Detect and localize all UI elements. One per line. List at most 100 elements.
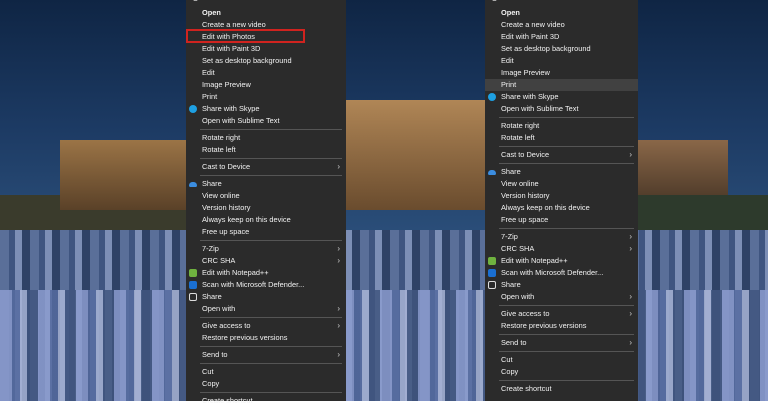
menu-item-set-as-desktop-background[interactable]: Set as desktop background bbox=[485, 43, 638, 55]
share-icon bbox=[189, 293, 197, 301]
menu-item-print[interactable]: Print bbox=[485, 79, 638, 91]
menu-item-label: Free up space bbox=[202, 227, 250, 236]
menu-item-label: Give access to bbox=[501, 309, 550, 318]
menu-separator bbox=[200, 346, 342, 347]
menu-item-label: Cut bbox=[501, 355, 513, 364]
menu-item-label: Cast to Device bbox=[202, 162, 251, 171]
menu-item-image-preview[interactable]: Image Preview bbox=[186, 79, 346, 91]
menu-item-label: Create a new video bbox=[202, 20, 266, 29]
menu-item-label: Open with bbox=[202, 304, 236, 313]
menu-item-label: Edit with Notepad++ bbox=[202, 268, 269, 277]
menu-item-cast-to-device[interactable]: Cast to Device › bbox=[485, 149, 638, 161]
menu-item-crc-sha[interactable]: CRC SHA › bbox=[485, 243, 638, 255]
menu-item-edit-with-notepad[interactable]: Edit with Notepad++ bbox=[485, 255, 638, 267]
menu-item-label: Open with Sublime Text bbox=[202, 116, 280, 125]
menu-item-label: Send to bbox=[501, 338, 527, 347]
menu-item-label: Share bbox=[501, 280, 521, 289]
menu-item-open-with[interactable]: Open with › bbox=[186, 303, 346, 315]
menu-item-label: Version history bbox=[501, 191, 550, 200]
menu-separator bbox=[499, 305, 634, 306]
menu-item-create-a-new-video[interactable]: Create a new video bbox=[485, 19, 638, 31]
menu-item-version-history[interactable]: Version history bbox=[485, 190, 638, 202]
chevron-right-icon: › bbox=[629, 232, 632, 241]
menu-item-free-up-space[interactable]: Free up space bbox=[485, 214, 638, 226]
menu-item-label: Rotate right bbox=[202, 133, 241, 142]
menu-item-set-as-desktop-background[interactable]: Set as desktop background bbox=[186, 55, 346, 67]
menu-item-7-zip[interactable]: 7-Zip › bbox=[186, 243, 346, 255]
menu-item-open-with[interactable]: Open with › bbox=[485, 291, 638, 303]
menu-item-label: Always keep on this device bbox=[202, 215, 291, 224]
menu-item-share[interactable]: Share bbox=[186, 178, 346, 190]
desktop-wallpaper bbox=[0, 0, 768, 417]
menu-item-label: View online bbox=[501, 179, 539, 188]
menu-item-scan-with-microsoft-defender[interactable]: Scan with Microsoft Defender... bbox=[485, 267, 638, 279]
menu-item-rotate-left[interactable]: Rotate left bbox=[485, 132, 638, 144]
menu-item-create-shortcut[interactable]: Create shortcut bbox=[485, 383, 638, 395]
menu-item-edit[interactable]: Edit bbox=[186, 67, 346, 79]
menu-item-label: Create shortcut bbox=[501, 384, 552, 393]
menu-separator bbox=[200, 363, 342, 364]
menu-item-always-keep-on-this-device[interactable]: Always keep on this device bbox=[186, 214, 346, 226]
chevron-right-icon: › bbox=[337, 162, 340, 171]
menu-separator bbox=[499, 163, 634, 164]
menu-item-edit-with-paint-3d[interactable]: Edit with Paint 3D bbox=[186, 43, 346, 55]
menu-item-label: Edit with Paint 3D bbox=[501, 32, 560, 41]
menu-item-send-to[interactable]: Send to › bbox=[186, 349, 346, 361]
menu-item-share-with-skype[interactable]: Share with Skype bbox=[485, 91, 638, 103]
menu-item-restore-previous-versions[interactable]: Restore previous versions bbox=[485, 320, 638, 332]
menu-item-version-history[interactable]: Version history bbox=[186, 202, 346, 214]
menu-item-rotate-left[interactable]: Rotate left bbox=[186, 144, 346, 156]
menu-item-label: Create shortcut bbox=[202, 396, 253, 405]
menu-item-image-preview[interactable]: Image Preview bbox=[485, 67, 638, 79]
menu-item-share-with-skype[interactable]: Share with Skype bbox=[186, 103, 346, 115]
menu-item-open[interactable]: Open bbox=[186, 7, 346, 19]
menu-item-7-zip[interactable]: 7-Zip › bbox=[485, 231, 638, 243]
menu-item-cast-to-device[interactable]: Cast to Device › bbox=[186, 161, 346, 173]
menu-item-label: Edit with Notepad++ bbox=[501, 256, 568, 265]
menu-item-open-with-sublime-text[interactable]: Open with Sublime Text bbox=[485, 103, 638, 115]
menu-item-view-online[interactable]: View online bbox=[186, 190, 346, 202]
share-icon bbox=[488, 281, 496, 289]
menu-item-restore-previous-versions[interactable]: Restore previous versions bbox=[186, 332, 346, 344]
menu-item-cut[interactable]: Cut bbox=[186, 366, 346, 378]
menu-separator bbox=[499, 351, 634, 352]
menu-item-edit-with-paint-3d[interactable]: Edit with Paint 3D bbox=[485, 31, 638, 43]
menu-item-label: Set as desktop background bbox=[202, 56, 292, 65]
menu-item-label: Edit bbox=[202, 68, 215, 77]
menu-item-send-to[interactable]: Send to › bbox=[485, 337, 638, 349]
menu-item-free-up-space[interactable]: Free up space bbox=[186, 226, 346, 238]
menu-item-share[interactable]: Share bbox=[485, 279, 638, 291]
chevron-right-icon: › bbox=[337, 244, 340, 253]
skype-icon bbox=[189, 105, 197, 113]
menu-item-give-access-to[interactable]: Give access to › bbox=[485, 308, 638, 320]
menu-item-label: Open with bbox=[501, 292, 535, 301]
menu-item-create-shortcut[interactable]: Create shortcut bbox=[186, 395, 346, 407]
menu-item-open-with-sublime-text[interactable]: Open with Sublime Text bbox=[186, 115, 346, 127]
menu-item-rotate-right[interactable]: Rotate right bbox=[485, 120, 638, 132]
chevron-right-icon: › bbox=[629, 338, 632, 347]
menu-item-share[interactable]: Share bbox=[186, 291, 346, 303]
menu-item-scan-with-microsoft-defender[interactable]: Scan with Microsoft Defender... bbox=[186, 279, 346, 291]
context-menu-left: ▲ OpenCreate a new videoEdit with Photos… bbox=[186, 0, 346, 405]
menu-item-label: Scan with Microsoft Defender... bbox=[501, 268, 604, 277]
menu-item-label: Restore previous versions bbox=[202, 333, 288, 342]
menu-item-open[interactable]: Open bbox=[485, 7, 638, 19]
menu-separator bbox=[499, 334, 634, 335]
menu-item-cut[interactable]: Cut bbox=[485, 354, 638, 366]
menu-separator bbox=[499, 117, 634, 118]
menu-item-print[interactable]: Print bbox=[186, 91, 346, 103]
menu-item-give-access-to[interactable]: Give access to › bbox=[186, 320, 346, 332]
menu-item-always-keep-on-this-device[interactable]: Always keep on this device bbox=[485, 202, 638, 214]
menu-separator bbox=[499, 380, 634, 381]
menu-item-label: Scan with Microsoft Defender... bbox=[202, 280, 305, 289]
menu-item-view-online[interactable]: View online bbox=[485, 178, 638, 190]
menu-item-label: Free up space bbox=[501, 215, 549, 224]
menu-item-crc-sha[interactable]: CRC SHA › bbox=[186, 255, 346, 267]
menu-item-edit-with-notepad[interactable]: Edit with Notepad++ bbox=[186, 267, 346, 279]
menu-item-copy[interactable]: Copy bbox=[186, 378, 346, 390]
menu-item-edit[interactable]: Edit bbox=[485, 55, 638, 67]
onedrive-cloud-icon bbox=[488, 170, 496, 175]
menu-item-copy[interactable]: Copy bbox=[485, 366, 638, 378]
menu-item-share[interactable]: Share bbox=[485, 166, 638, 178]
menu-item-rotate-right[interactable]: Rotate right bbox=[186, 132, 346, 144]
